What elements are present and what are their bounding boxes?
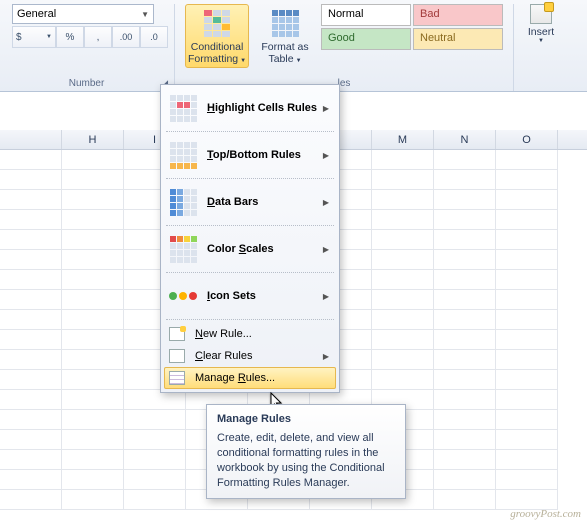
new-rule-icon [169, 327, 185, 341]
table-icon [272, 10, 299, 37]
tooltip-title: Manage Rules [217, 413, 395, 425]
tooltip-manage-rules: Manage Rules Create, edit, delete, and v… [206, 404, 406, 499]
menu-data-bars[interactable]: Data Bars ▶ [164, 182, 336, 222]
menu-color-scales[interactable]: Color Scales ▶ [164, 229, 336, 269]
group-styles: Conditional Formatting▼ Format as Table▼… [179, 4, 509, 91]
chevron-down-icon: ▼ [240, 58, 246, 64]
conditional-formatting-button[interactable]: Conditional Formatting▼ [185, 4, 249, 68]
color-scales-icon [170, 236, 197, 263]
menu-highlight-cells-rules[interactable]: Highlight Cells Rules ▶ [164, 88, 336, 128]
accounting-format-button[interactable]: $ ▼ [12, 26, 56, 48]
highlight-cells-icon [170, 95, 197, 122]
insert-button[interactable]: Insert ▼ [520, 4, 562, 44]
col-header[interactable] [0, 130, 62, 149]
insert-cells-icon [530, 4, 552, 24]
submenu-arrow-icon: ▶ [323, 245, 329, 254]
style-good[interactable]: Good [321, 28, 411, 50]
chevron-down-icon: ▼ [538, 38, 544, 44]
cell-styles-gallery[interactable]: Normal Bad Good Neutral [321, 4, 503, 50]
data-bars-icon [170, 189, 197, 216]
group-number: General ▼ $ ▼ % , .00 .0 Number ◢ [6, 4, 175, 91]
submenu-arrow-icon: ▶ [323, 104, 329, 113]
icon-sets-icon [169, 292, 197, 300]
conditional-formatting-icon [204, 10, 230, 37]
chevron-down-icon: ▼ [46, 34, 52, 40]
menu-manage-rules[interactable]: Manage Rules... [164, 367, 336, 389]
decrease-decimal-button[interactable]: .0 [140, 26, 168, 48]
submenu-arrow-icon: ▶ [323, 198, 329, 207]
format-as-table-button[interactable]: Format as Table▼ [253, 4, 317, 68]
style-normal[interactable]: Normal [321, 4, 411, 26]
clear-rules-icon [169, 349, 185, 363]
top-bottom-icon [170, 142, 197, 169]
number-format-dropdown[interactable]: General ▼ [12, 4, 154, 24]
style-bad[interactable]: Bad [413, 4, 503, 26]
chevron-down-icon: ▼ [141, 10, 149, 19]
col-header[interactable]: O [496, 130, 558, 149]
menu-icon-sets[interactable]: Icon Sets ▶ [164, 276, 336, 316]
submenu-arrow-icon: ▶ [323, 292, 329, 301]
percent-style-button[interactable]: % [56, 26, 84, 48]
col-header[interactable]: H [62, 130, 124, 149]
watermark: groovyPost.com [510, 508, 581, 520]
number-format-value: General [17, 8, 56, 20]
group-label-number: Number [12, 78, 161, 89]
menu-clear-rules[interactable]: Clear Rules ▶ [164, 345, 336, 367]
menu-new-rule[interactable]: New Rule... [164, 323, 336, 345]
col-header[interactable]: N [434, 130, 496, 149]
tooltip-body: Create, edit, delete, and view all condi… [217, 431, 395, 490]
submenu-arrow-icon: ▶ [323, 352, 329, 361]
col-header[interactable]: M [372, 130, 434, 149]
manage-rules-icon [169, 371, 185, 385]
increase-decimal-button[interactable]: .00 [112, 26, 140, 48]
conditional-formatting-menu: Highlight Cells Rules ▶ Top/Bottom Rules… [160, 84, 340, 393]
chevron-down-icon: ▼ [296, 58, 302, 64]
menu-top-bottom-rules[interactable]: Top/Bottom Rules ▶ [164, 135, 336, 175]
style-neutral[interactable]: Neutral [413, 28, 503, 50]
ribbon: General ▼ $ ▼ % , .00 .0 Number ◢ [0, 0, 587, 92]
submenu-arrow-icon: ▶ [323, 151, 329, 160]
group-cells: Insert ▼ [513, 4, 568, 91]
comma-style-button[interactable]: , [84, 26, 112, 48]
